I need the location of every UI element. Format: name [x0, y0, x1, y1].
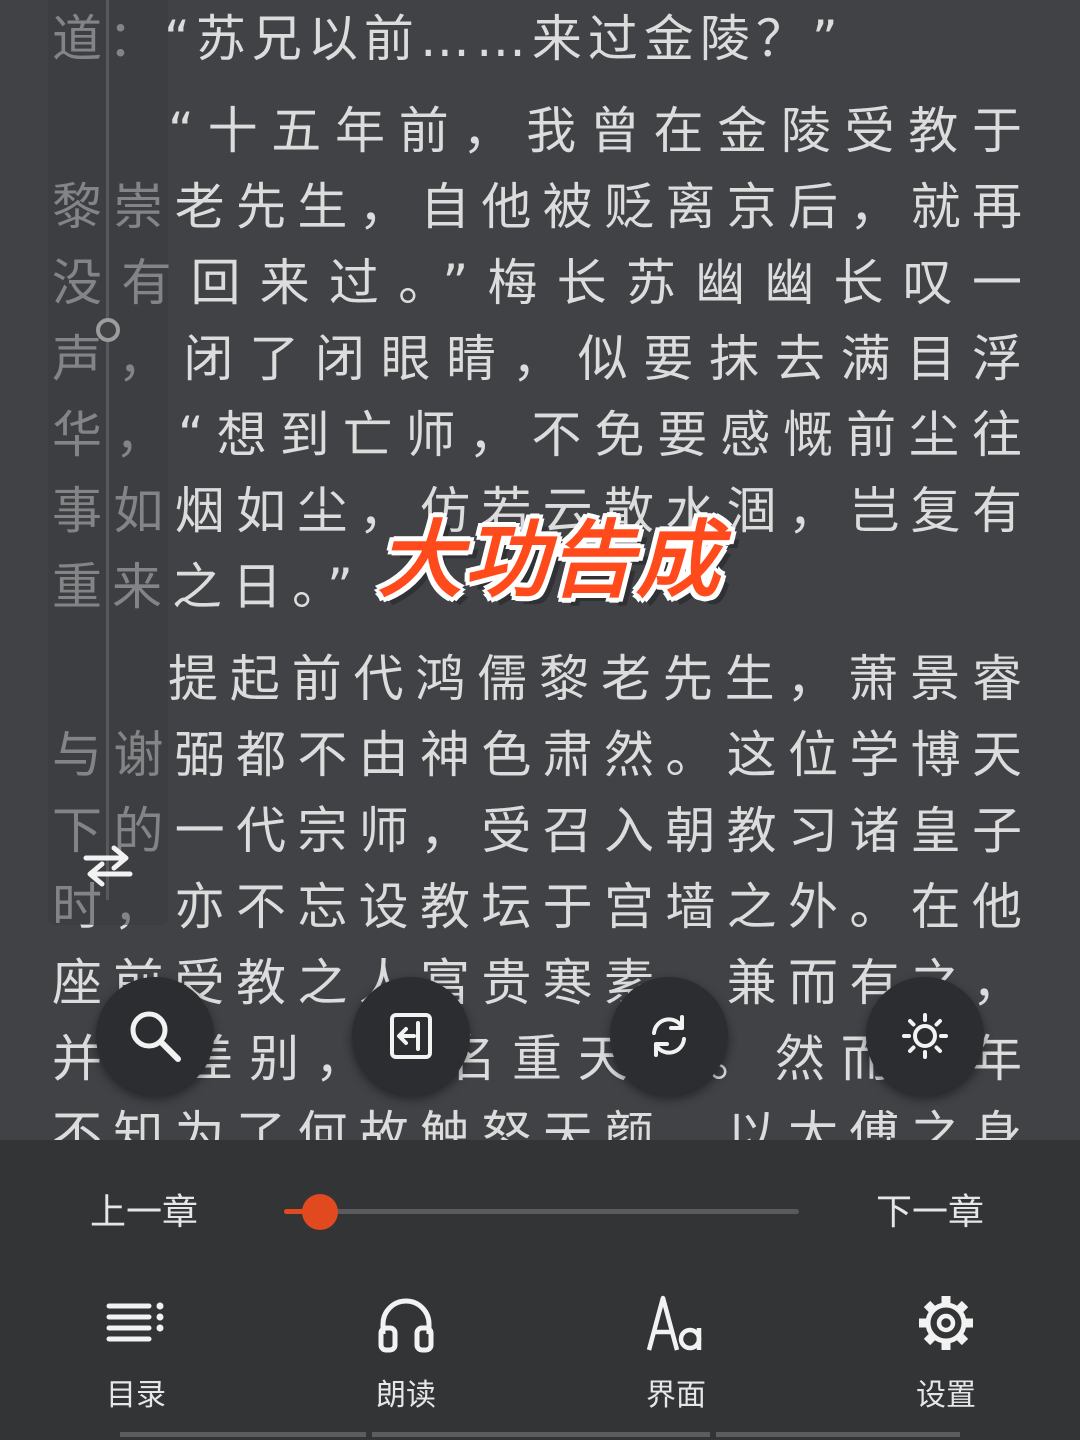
text-line: 提起前代鸿儒黎老先生，萧景睿 [168, 650, 1032, 708]
chapter-progress-slider[interactable] [284, 1209, 799, 1214]
sun-icon [902, 1013, 948, 1059]
progress-thumb[interactable] [302, 1194, 339, 1230]
tab-label: 目录 [106, 1378, 166, 1413]
sync-button[interactable] [610, 977, 728, 1095]
tab-divider [716, 1432, 960, 1437]
tab-read-aloud[interactable]: 朗读 [306, 1290, 506, 1420]
tab-label: 朗读 [376, 1378, 436, 1413]
prev-chapter-button[interactable]: 上一章 [90, 1190, 198, 1236]
tab-catalog[interactable]: 目录 [36, 1290, 236, 1420]
text-line: 时，亦不忘设教坛于宫墙之外。在他 [52, 878, 1032, 936]
text-line: 下的一代宗师，受召入朝教习诸皇子 [52, 802, 1032, 860]
drawer-track [106, 0, 109, 900]
search-icon [130, 1011, 181, 1062]
text-line: 华，“想到亡师，不免要感慨前尘往 [52, 406, 1032, 464]
text-line: 道：“苏兄以前……来过金陵？” [52, 10, 844, 68]
overlay-caption: 大功告成 [377, 511, 722, 609]
search-button[interactable] [96, 977, 214, 1095]
side-drawer[interactable] [48, 0, 168, 925]
exit-button[interactable] [352, 977, 470, 1095]
text-line: 没有回来过。”梅长苏幽幽长叹一 [52, 254, 1032, 312]
tab-settings[interactable]: 设置 [846, 1290, 1046, 1420]
refresh-icon [652, 1015, 686, 1057]
text-line: “十五年前，我曾在金陵受教于 [168, 102, 1032, 160]
tab-interface[interactable]: 界面 [576, 1290, 776, 1420]
swap-arrows-icon[interactable] [78, 840, 138, 890]
tab-label: 设置 [916, 1378, 976, 1413]
text-line: 与谢弼都不由神色肃然。这位学博天 [52, 726, 1032, 784]
tab-divider [120, 1432, 366, 1437]
text-line: 不知为了何故触怒天颜，以太傅之身 [52, 1106, 1032, 1140]
gear-icon [919, 1296, 973, 1350]
next-chapter-button[interactable]: 下一章 [876, 1190, 984, 1236]
list-icon [106, 1302, 164, 1342]
drawer-handle[interactable] [96, 318, 120, 342]
font-icon [646, 1295, 702, 1351]
exit-icon [390, 1013, 432, 1059]
tab-label: 界面 [646, 1378, 706, 1413]
tab-divider [372, 1432, 710, 1437]
text-line: 黎崇老先生，自他被贬离京后，就再 [52, 178, 1032, 236]
headphones-icon [378, 1298, 434, 1353]
text-line: 声，闭了闭眼睛，似要抹去满目浮 [52, 330, 1032, 388]
brightness-button[interactable] [866, 977, 984, 1095]
